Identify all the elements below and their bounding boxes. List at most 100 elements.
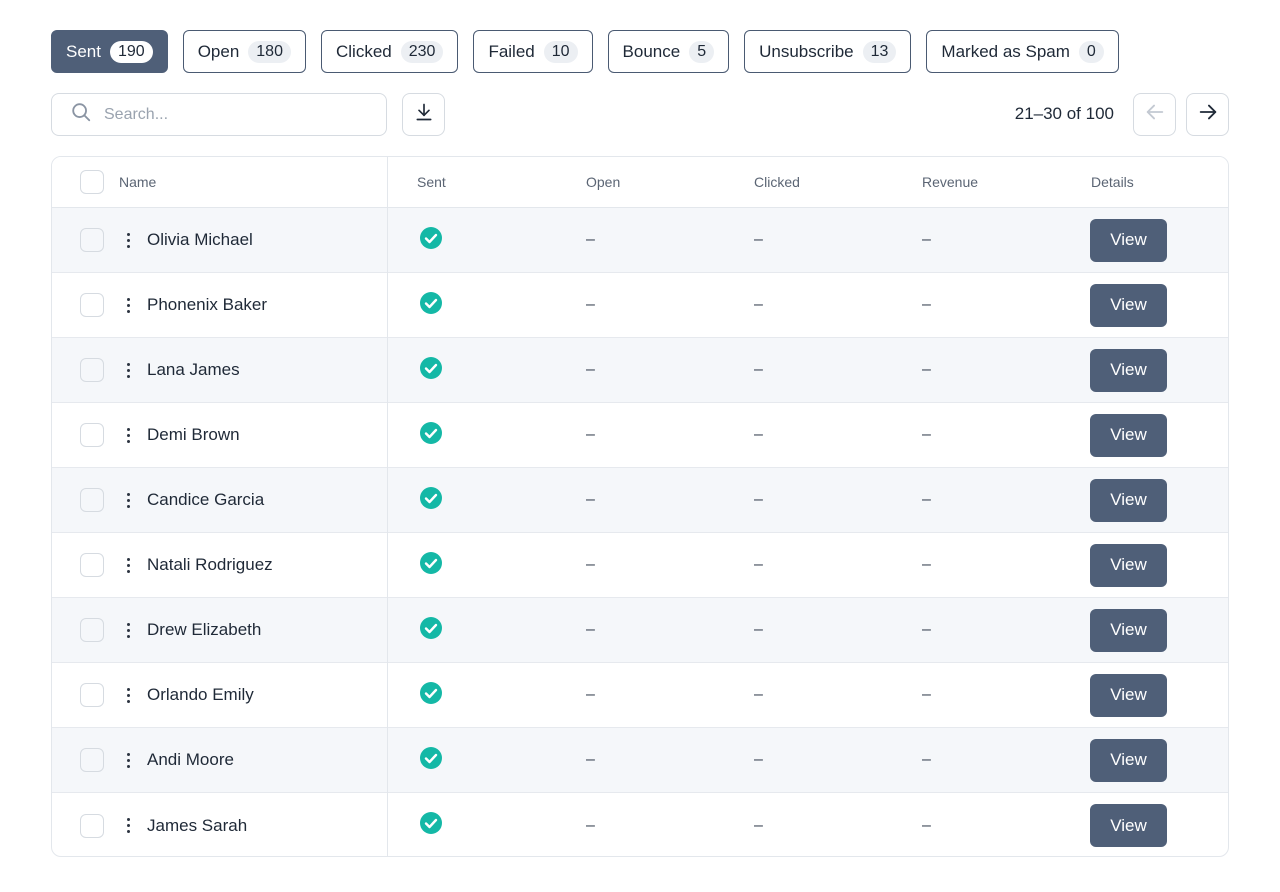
kebab-menu-icon[interactable] [123, 230, 133, 250]
filter-tab-label: Clicked [335, 41, 392, 61]
filter-tab-marked-as-spam[interactable]: Marked as Spam 0 [926, 30, 1119, 73]
recipient-name: Lana James [147, 360, 240, 379]
header-name: Name [119, 174, 157, 190]
search-input[interactable] [104, 105, 364, 124]
revenue-value: – [922, 816, 931, 834]
view-button[interactable]: View [1090, 608, 1167, 652]
next-page-button[interactable] [1186, 93, 1229, 136]
filter-tab-sent[interactable]: Sent 190 [51, 30, 168, 73]
revenue-value: – [922, 621, 931, 638]
open-value: – [586, 491, 595, 508]
header-sent: Sent [417, 174, 446, 190]
view-button[interactable]: View [1090, 413, 1167, 457]
filter-tab-label: Failed [488, 41, 535, 61]
recipients-table: Name Sent Open Clicked Revenue Details O… [51, 156, 1229, 857]
pagination-range: 21–30 of 100 [1014, 104, 1114, 123]
row-checkbox[interactable] [80, 358, 104, 382]
row-checkbox[interactable] [80, 228, 104, 252]
revenue-value: – [922, 296, 931, 313]
view-button[interactable]: View [1090, 348, 1167, 392]
recipient-name: Drew Elizabeth [147, 620, 262, 639]
filter-tab-bounce[interactable]: Bounce 5 [607, 30, 730, 73]
view-button[interactable]: View [1090, 804, 1167, 847]
revenue-value: – [922, 426, 931, 443]
filter-tab-count: 190 [109, 40, 153, 63]
revenue-value: – [922, 231, 931, 248]
table-header: Name Sent Open Clicked Revenue Details [52, 157, 1228, 208]
check-circle-icon [419, 421, 443, 450]
check-circle-icon [419, 746, 443, 775]
table-row: Olivia Michael – – – View [52, 208, 1228, 273]
view-button[interactable]: View [1090, 738, 1167, 782]
open-value: – [586, 621, 595, 638]
recipient-name: Orlando Emily [147, 685, 254, 704]
view-button[interactable]: View [1090, 478, 1167, 522]
view-button[interactable]: View [1090, 283, 1167, 327]
clicked-value: – [754, 426, 763, 443]
table-row: Natali Rodriguez – – – View [52, 533, 1228, 598]
revenue-value: – [922, 556, 931, 573]
filter-tab-open[interactable]: Open 180 [182, 30, 306, 73]
open-value: – [586, 556, 595, 573]
filter-tabs: Sent 190 Open 180 Clicked 230 Failed 10 … [51, 30, 1119, 73]
kebab-menu-icon[interactable] [123, 360, 133, 380]
row-checkbox[interactable] [80, 683, 104, 707]
table-row: Orlando Emily – – – View [52, 663, 1228, 728]
previous-page-button[interactable] [1133, 93, 1176, 136]
kebab-menu-icon[interactable] [123, 295, 133, 315]
recipient-name: Olivia Michael [147, 230, 253, 249]
check-circle-icon [419, 486, 443, 515]
header-open: Open [586, 174, 621, 190]
row-checkbox[interactable] [80, 553, 104, 577]
recipient-name: Natali Rodriguez [147, 555, 273, 574]
table-row: Lana James – – – View [52, 338, 1228, 403]
filter-tab-failed[interactable]: Failed 10 [473, 30, 593, 73]
kebab-menu-icon[interactable] [123, 816, 133, 836]
check-circle-icon [419, 811, 443, 840]
filter-tab-unsubscribe[interactable]: Unsubscribe 13 [744, 30, 912, 73]
filter-tab-clicked[interactable]: Clicked 230 [320, 30, 459, 73]
table-row: Drew Elizabeth – – – View [52, 598, 1228, 663]
recipient-name: Demi Brown [147, 425, 240, 444]
view-button[interactable]: View [1090, 673, 1167, 717]
row-checkbox[interactable] [80, 748, 104, 772]
revenue-value: – [922, 491, 931, 508]
filter-tab-count: 180 [248, 40, 291, 63]
view-button[interactable]: View [1090, 543, 1167, 587]
open-value: – [586, 751, 595, 768]
kebab-menu-icon[interactable] [123, 685, 133, 705]
clicked-value: – [754, 621, 763, 638]
revenue-value: – [922, 361, 931, 378]
table-row: Candice Garcia – – – View [52, 468, 1228, 533]
filter-tab-count: 230 [400, 40, 444, 63]
open-value: – [586, 296, 595, 313]
filter-tab-label: Bounce [622, 41, 681, 61]
view-button[interactable]: View [1090, 218, 1167, 262]
search-box[interactable] [51, 93, 387, 136]
filter-tab-count: 0 [1078, 40, 1104, 63]
row-checkbox[interactable] [80, 293, 104, 317]
row-checkbox[interactable] [80, 618, 104, 642]
kebab-menu-icon[interactable] [123, 490, 133, 510]
row-checkbox[interactable] [80, 813, 104, 838]
check-circle-icon [419, 551, 443, 580]
kebab-menu-icon[interactable] [123, 555, 133, 575]
open-value: – [586, 361, 595, 378]
row-checkbox[interactable] [80, 488, 104, 512]
check-circle-icon [419, 226, 443, 255]
clicked-value: – [754, 686, 763, 703]
header-clicked: Clicked [754, 174, 800, 190]
row-checkbox[interactable] [80, 423, 104, 447]
kebab-menu-icon[interactable] [123, 425, 133, 445]
clicked-value: – [754, 751, 763, 768]
kebab-menu-icon[interactable] [123, 750, 133, 770]
download-button[interactable] [402, 93, 445, 136]
kebab-menu-icon[interactable] [123, 620, 133, 640]
check-circle-icon [419, 681, 443, 710]
recipient-name: Andi Moore [147, 750, 234, 769]
clicked-value: – [754, 231, 763, 248]
select-all-checkbox[interactable] [80, 170, 104, 194]
header-details: Details [1091, 174, 1134, 190]
clicked-value: – [754, 556, 763, 573]
header-revenue: Revenue [922, 174, 979, 190]
